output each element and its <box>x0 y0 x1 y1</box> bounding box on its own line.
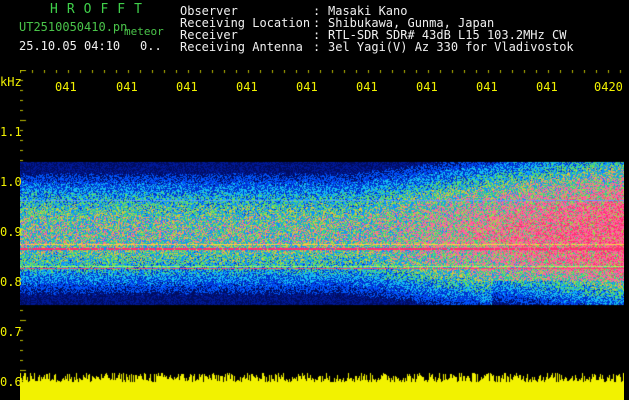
y-label-0-7: 0.7 <box>0 325 22 339</box>
timestamp: 25.10.05 04:10 <box>19 39 121 53</box>
counter: 0.. <box>140 39 162 53</box>
y-label-0-9: 0.9 <box>0 225 22 239</box>
spectrogram-waterfall <box>20 70 624 400</box>
time-label-2: 041 <box>116 80 138 94</box>
time-label-6: 041 <box>356 80 378 94</box>
time-label-7: 041 <box>416 80 438 94</box>
antenna-sep: : <box>313 40 321 54</box>
y-label-1-1: 1.1 <box>0 125 22 139</box>
time-label-5: 041 <box>296 80 318 94</box>
axis-unit-label: kHz <box>0 75 22 89</box>
filename-suffix: meteor <box>124 25 164 38</box>
antenna-value: 3el Yagi(V) Az 330 for Vladivostok <box>328 40 574 54</box>
time-label-3: 041 <box>176 80 198 94</box>
y-label-0-8: 0.8 <box>0 275 22 289</box>
antenna-label: Receiving Antenna <box>180 40 303 54</box>
time-label-8: 041 <box>476 80 498 94</box>
y-label-0-6: 0.6 <box>0 375 22 389</box>
y-label-1-0: 1.0 <box>0 175 22 189</box>
time-label-9: 041 <box>536 80 558 94</box>
time-label-10: 0420 <box>594 80 623 94</box>
time-label-4: 041 <box>236 80 258 94</box>
app-brand: HROFFT <box>50 2 151 17</box>
filename: UT2510050410.pn <box>19 20 128 34</box>
time-label-1: 041 <box>55 80 77 94</box>
